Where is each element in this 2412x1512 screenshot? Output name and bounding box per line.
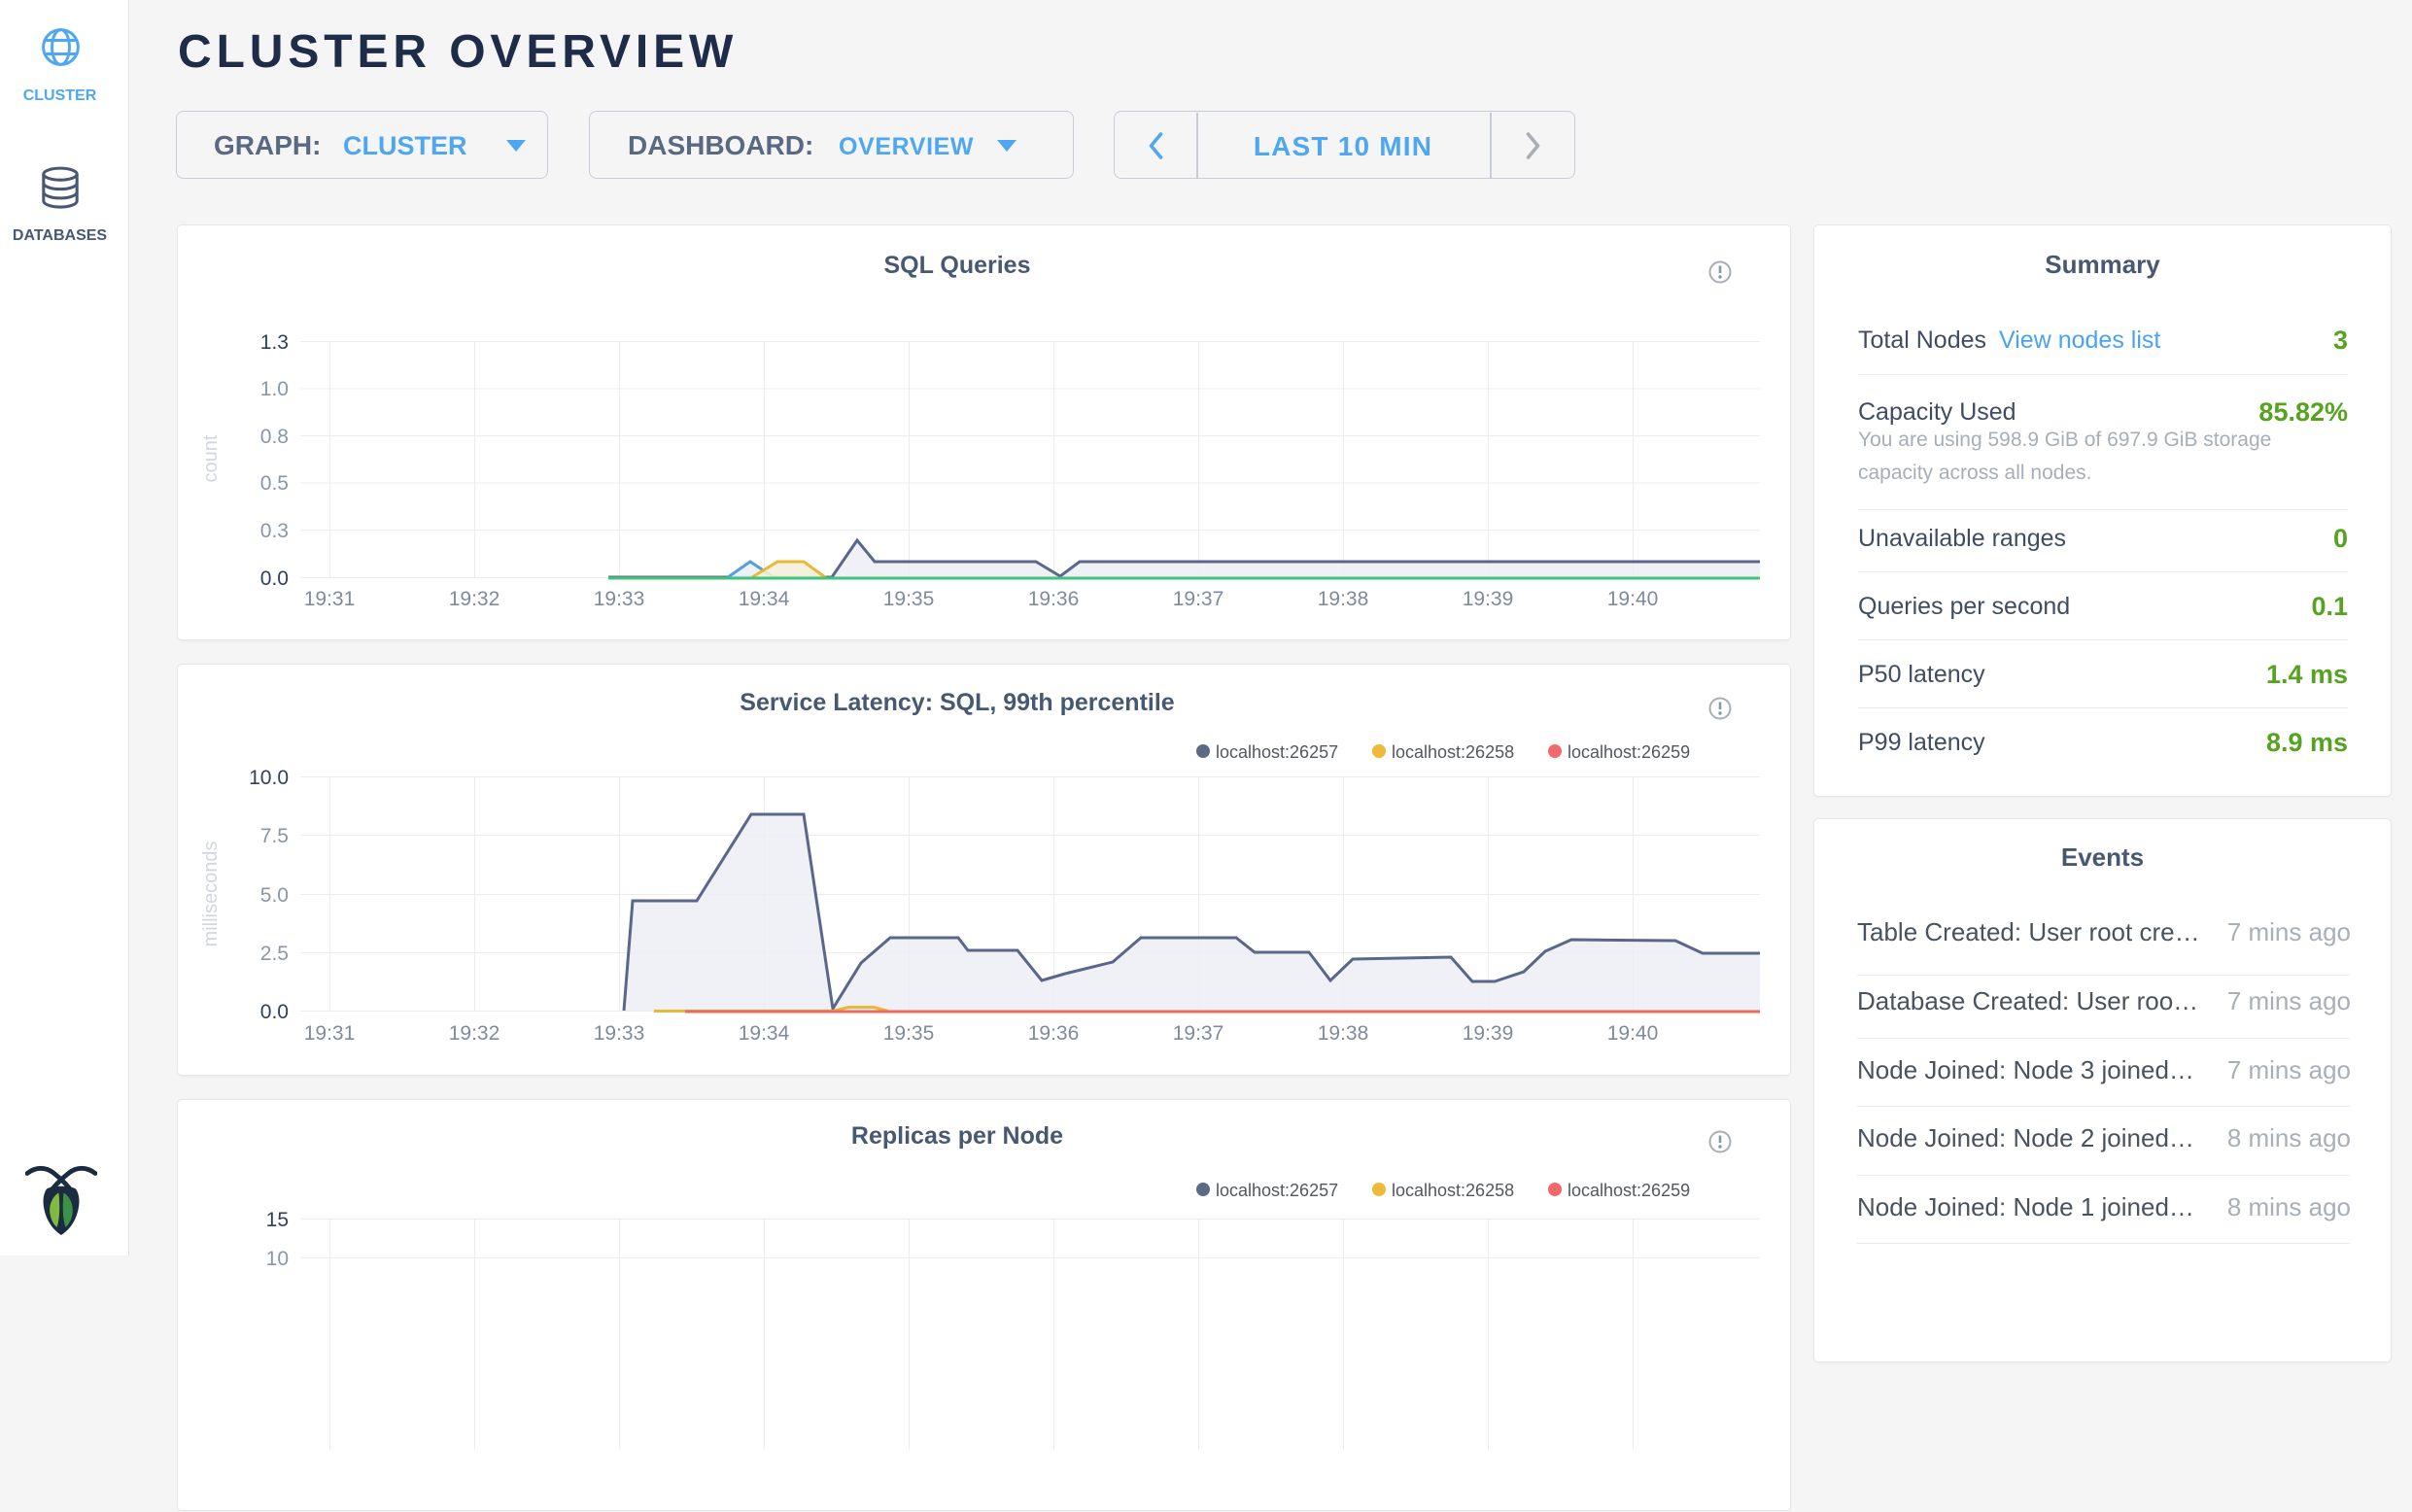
svg-text:19:36: 19:36: [1028, 588, 1080, 610]
svg-text:19:32: 19:32: [449, 1022, 500, 1045]
svg-text:1.0: 1.0: [260, 378, 289, 400]
svg-text:19:31: 19:31: [304, 1022, 356, 1045]
svg-text:19:40: 19:40: [1607, 1022, 1659, 1045]
svg-text:localhost:26258: localhost:26258: [1392, 1181, 1514, 1200]
svg-text:19:37: 19:37: [1173, 588, 1224, 610]
svg-text:0.3: 0.3: [260, 520, 289, 542]
svg-text:19:34: 19:34: [739, 588, 790, 610]
svg-text:19:39: 19:39: [1463, 1022, 1514, 1045]
svg-text:10: 10: [266, 1248, 289, 1270]
svg-text:1.3: 1.3: [260, 331, 289, 354]
svg-text:localhost:26259: localhost:26259: [1568, 742, 1690, 762]
svg-text:localhost:26258: localhost:26258: [1392, 742, 1514, 762]
svg-text:milliseconds: milliseconds: [200, 842, 222, 947]
svg-text:19:35: 19:35: [883, 1022, 935, 1045]
svg-text:19:34: 19:34: [739, 1022, 790, 1045]
svg-text:0.8: 0.8: [260, 426, 289, 448]
svg-text:2.5: 2.5: [260, 943, 289, 965]
svg-text:19:32: 19:32: [449, 588, 500, 610]
svg-text:count: count: [200, 434, 222, 482]
svg-text:localhost:26257: localhost:26257: [1216, 1181, 1338, 1200]
svg-text:localhost:26259: localhost:26259: [1568, 1181, 1690, 1200]
svg-text:0.0: 0.0: [260, 1001, 289, 1023]
svg-text:7.5: 7.5: [260, 825, 289, 847]
svg-text:19:39: 19:39: [1463, 588, 1514, 610]
svg-text:19:38: 19:38: [1318, 1022, 1369, 1045]
svg-text:19:40: 19:40: [1607, 588, 1659, 610]
svg-text:19:33: 19:33: [594, 588, 645, 610]
svg-text:19:31: 19:31: [304, 588, 356, 610]
svg-text:19:37: 19:37: [1173, 1022, 1224, 1045]
svg-text:19:35: 19:35: [883, 588, 935, 610]
svg-text:0.5: 0.5: [260, 472, 289, 495]
svg-text:15: 15: [266, 1209, 289, 1231]
svg-text:5.0: 5.0: [260, 884, 289, 907]
svg-text:0.0: 0.0: [260, 567, 289, 590]
svg-text:19:36: 19:36: [1028, 1022, 1080, 1045]
svg-text:localhost:26257: localhost:26257: [1216, 742, 1338, 762]
svg-text:10.0: 10.0: [249, 767, 289, 789]
svg-text:19:33: 19:33: [594, 1022, 645, 1045]
svg-text:19:38: 19:38: [1318, 588, 1369, 610]
